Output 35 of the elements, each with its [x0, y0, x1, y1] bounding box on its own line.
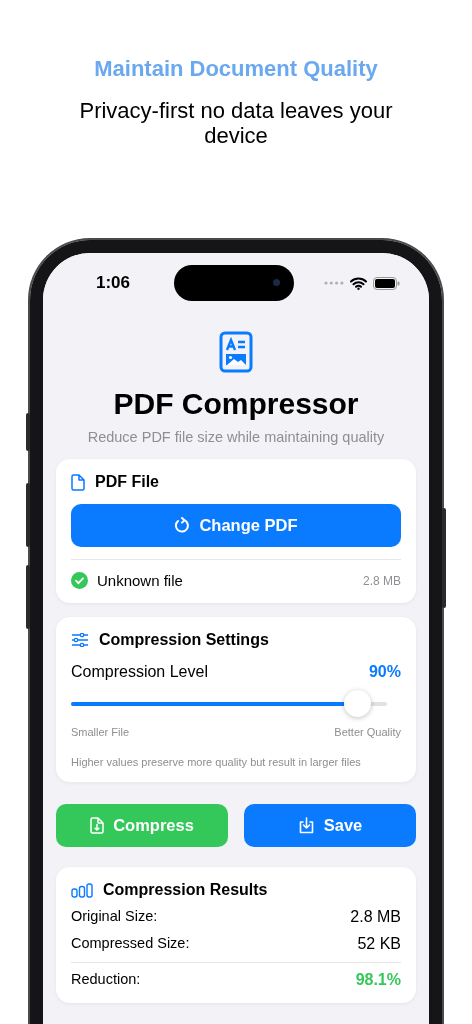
status-time: 1:06: [96, 273, 132, 293]
save-button[interactable]: Save: [244, 804, 416, 847]
result-label: Reduction:: [71, 971, 141, 989]
download-tray-icon: [297, 817, 315, 834]
app-subtitle: Reduce PDF file size while maintaining quality: [86, 429, 386, 445]
tagline: Privacy-first no data leaves your device: [78, 98, 394, 148]
change-pdf-button[interactable]: Change PDF: [71, 504, 401, 547]
document-download-icon: [90, 817, 105, 834]
card-title: Compression Results: [103, 881, 268, 899]
slider-value: 90%: [368, 663, 401, 681]
result-label: Compressed Size:: [71, 935, 190, 953]
headline: Maintain Document Quality: [93, 56, 379, 82]
result-value: 52 KB: [357, 935, 401, 953]
min-label: Smaller File: [71, 726, 130, 738]
slider-thumb[interactable]: [343, 690, 371, 717]
result-value: 2.8 MB: [350, 908, 401, 926]
card-title: PDF File: [95, 473, 159, 491]
slider-label: Compression Level: [71, 663, 208, 681]
wifi-icon: [350, 276, 367, 290]
compress-button[interactable]: Compress: [56, 804, 228, 847]
document-icon: [71, 473, 85, 491]
max-label: Better Quality: [334, 726, 401, 738]
file-size: 2.8 MB: [363, 573, 401, 588]
signal-icon: [324, 281, 344, 285]
sliders-icon: [71, 633, 89, 647]
card-title: Compression Settings: [99, 631, 269, 649]
result-value: 98.1%: [355, 971, 401, 989]
file-name: Unknown file: [97, 572, 183, 589]
document-image-icon: [219, 331, 253, 373]
result-label: Original Size:: [71, 908, 158, 926]
bar-chart-icon: [71, 882, 93, 898]
hint-text: Higher values preserve more quality but result in larger files: [71, 756, 362, 768]
refresh-icon: [174, 517, 191, 534]
battery-icon: [373, 276, 400, 290]
app-title: PDF Compressor: [112, 387, 360, 421]
